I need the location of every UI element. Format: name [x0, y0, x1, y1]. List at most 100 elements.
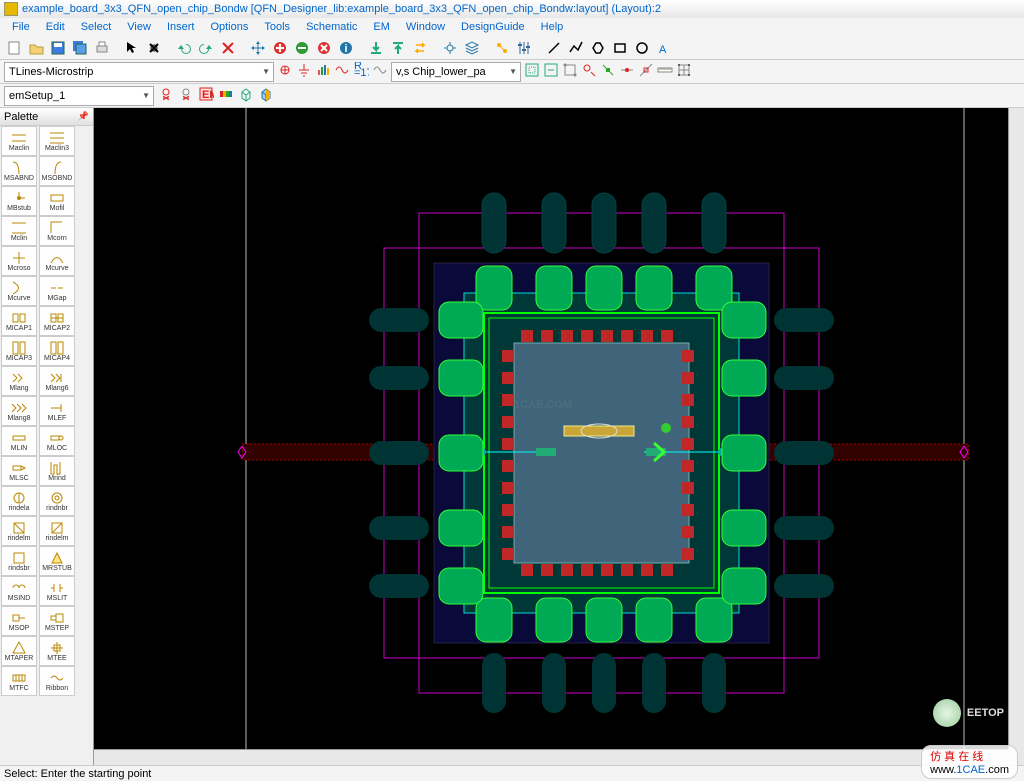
- snap-edge-icon[interactable]: [638, 62, 654, 81]
- palette-item-msabnd[interactable]: MSABND: [1, 156, 37, 186]
- palette-item-mlin[interactable]: MLIN: [1, 426, 37, 456]
- palette-item-maclin3[interactable]: Maclin3: [39, 126, 75, 156]
- swap-icon[interactable]: [410, 38, 430, 58]
- pin-x2-icon[interactable]: [178, 86, 194, 105]
- delete-icon[interactable]: [218, 38, 238, 58]
- palette-item-ribbon[interactable]: Ribbon: [39, 666, 75, 696]
- em-setup-dropdown[interactable]: emSetup_1▼: [4, 86, 154, 106]
- palette-item-mlang[interactable]: Mlang: [1, 366, 37, 396]
- menu-view[interactable]: View: [119, 19, 159, 35]
- palette-item-mloc[interactable]: MLOC: [39, 426, 75, 456]
- rect-icon[interactable]: [610, 38, 630, 58]
- palette-item-mtfc[interactable]: MTFC: [1, 666, 37, 696]
- grid-icon[interactable]: [676, 62, 692, 81]
- push-icon[interactable]: [366, 38, 386, 58]
- palette-item-mcorn[interactable]: Mcorn: [39, 216, 75, 246]
- palette-item-msind[interactable]: MSIND: [1, 576, 37, 606]
- pin-x-icon[interactable]: [158, 86, 174, 105]
- snap-icon[interactable]: [562, 62, 578, 81]
- snap-mid-icon[interactable]: [619, 62, 635, 81]
- deactivate-icon[interactable]: [314, 38, 334, 58]
- palette-item-msobnd[interactable]: MSOBND: [39, 156, 75, 186]
- palette-item-mbstub[interactable]: MBstub: [1, 186, 37, 216]
- move-icon[interactable]: [248, 38, 268, 58]
- text-icon[interactable]: A: [654, 38, 674, 58]
- layers-icon[interactable]: [462, 38, 482, 58]
- palette-item-msop[interactable]: MSOP: [1, 606, 37, 636]
- palette-item-mrstub[interactable]: MRSTUB: [39, 546, 75, 576]
- menu-options[interactable]: Options: [202, 19, 256, 35]
- palette-item-maclin[interactable]: Maclin: [1, 126, 37, 156]
- palette-item-mgap[interactable]: MGap: [39, 276, 75, 306]
- library-dropdown[interactable]: TLines-Microstrip▼: [4, 62, 274, 82]
- menu-help[interactable]: Help: [533, 19, 572, 35]
- remove-icon[interactable]: [292, 38, 312, 58]
- save-icon[interactable]: [48, 38, 68, 58]
- zoom-prev-icon[interactable]: [543, 62, 559, 81]
- palette-item-mofil[interactable]: Mofil: [39, 186, 75, 216]
- layer-dropdown[interactable]: v,s Chip_lower_pa▼: [391, 62, 521, 82]
- ruler-icon[interactable]: [657, 62, 673, 81]
- menu-select[interactable]: Select: [73, 19, 120, 35]
- new-icon[interactable]: [4, 38, 24, 58]
- wave-icon[interactable]: [334, 62, 350, 81]
- palette-item-mclin[interactable]: Mclin: [1, 216, 37, 246]
- palette-item-mtaper[interactable]: MTAPER: [1, 636, 37, 666]
- snap-vertex-icon[interactable]: [600, 62, 616, 81]
- palette-item-micap1[interactable]: MICAP1: [1, 306, 37, 336]
- undo-icon[interactable]: [174, 38, 194, 58]
- palette-item-rindnbr[interactable]: rindnbr: [39, 486, 75, 516]
- palette-item-mtee[interactable]: MTEE: [39, 636, 75, 666]
- redo-icon[interactable]: [196, 38, 216, 58]
- circle-icon[interactable]: [632, 38, 652, 58]
- palette-item-mcurve[interactable]: Mcurve: [39, 246, 75, 276]
- pop-icon[interactable]: [388, 38, 408, 58]
- cube-icon[interactable]: [238, 86, 254, 105]
- r17-icon[interactable]: R=17: [353, 62, 369, 81]
- palette-item-mlang8[interactable]: Mlang8: [1, 396, 37, 426]
- ground-icon[interactable]: [296, 62, 312, 81]
- palette-item-mrind[interactable]: Mrind: [39, 456, 75, 486]
- palette-item-micap4[interactable]: MICAP4: [39, 336, 75, 366]
- print-icon[interactable]: [92, 38, 112, 58]
- layout-canvas[interactable]: 1CAE.COM: [94, 108, 1024, 765]
- menu-window[interactable]: Window: [398, 19, 453, 35]
- palette-item-mcroso[interactable]: Mcroso: [1, 246, 37, 276]
- scrollbar-vertical[interactable]: [1008, 108, 1024, 749]
- cube-color-icon[interactable]: [258, 86, 274, 105]
- palette-item-mcurve[interactable]: Mcurve: [1, 276, 37, 306]
- simulate-icon[interactable]: [492, 38, 512, 58]
- pin-icon[interactable]: 📌: [78, 111, 89, 122]
- polygon-icon[interactable]: [588, 38, 608, 58]
- palette-item-micap2[interactable]: MICAP2: [39, 306, 75, 336]
- palette-item-mslit[interactable]: MSLIT: [39, 576, 75, 606]
- polyline-icon[interactable]: [566, 38, 586, 58]
- palette-item-rindelm[interactable]: rindelm: [1, 516, 37, 546]
- snap-pin-icon[interactable]: [581, 62, 597, 81]
- port-icon[interactable]: [277, 62, 293, 81]
- scrollbar-horizontal[interactable]: [94, 749, 1008, 765]
- palette-item-rindelm[interactable]: rindelm: [39, 516, 75, 546]
- palette-item-mlef[interactable]: MLEF: [39, 396, 75, 426]
- tune-icon[interactable]: [514, 38, 534, 58]
- line-icon[interactable]: [544, 38, 564, 58]
- menu-tools[interactable]: Tools: [256, 19, 298, 35]
- menu-em[interactable]: EM: [365, 19, 398, 35]
- palette-item-micap3[interactable]: MICAP3: [1, 336, 37, 366]
- palette-item-rindela[interactable]: rindela: [1, 486, 37, 516]
- menu-insert[interactable]: Insert: [159, 19, 203, 35]
- color-bar-icon[interactable]: [218, 86, 234, 105]
- menu-schematic[interactable]: Schematic: [298, 19, 365, 35]
- menu-file[interactable]: File: [4, 19, 38, 35]
- palette-item-mlsc[interactable]: MLSC: [1, 456, 37, 486]
- menu-designguide[interactable]: DesignGuide: [453, 19, 533, 35]
- arrow-icon[interactable]: [122, 38, 142, 58]
- palette-item-rindsbr[interactable]: rindsbr: [1, 546, 37, 576]
- saveall-icon[interactable]: [70, 38, 90, 58]
- add-icon[interactable]: [270, 38, 290, 58]
- palette-item-mstep[interactable]: MSTEP: [39, 606, 75, 636]
- chart-icon[interactable]: [315, 62, 331, 81]
- em-icon[interactable]: EM: [198, 86, 214, 105]
- open-icon[interactable]: [26, 38, 46, 58]
- palette-item-mlang6[interactable]: Mlang6: [39, 366, 75, 396]
